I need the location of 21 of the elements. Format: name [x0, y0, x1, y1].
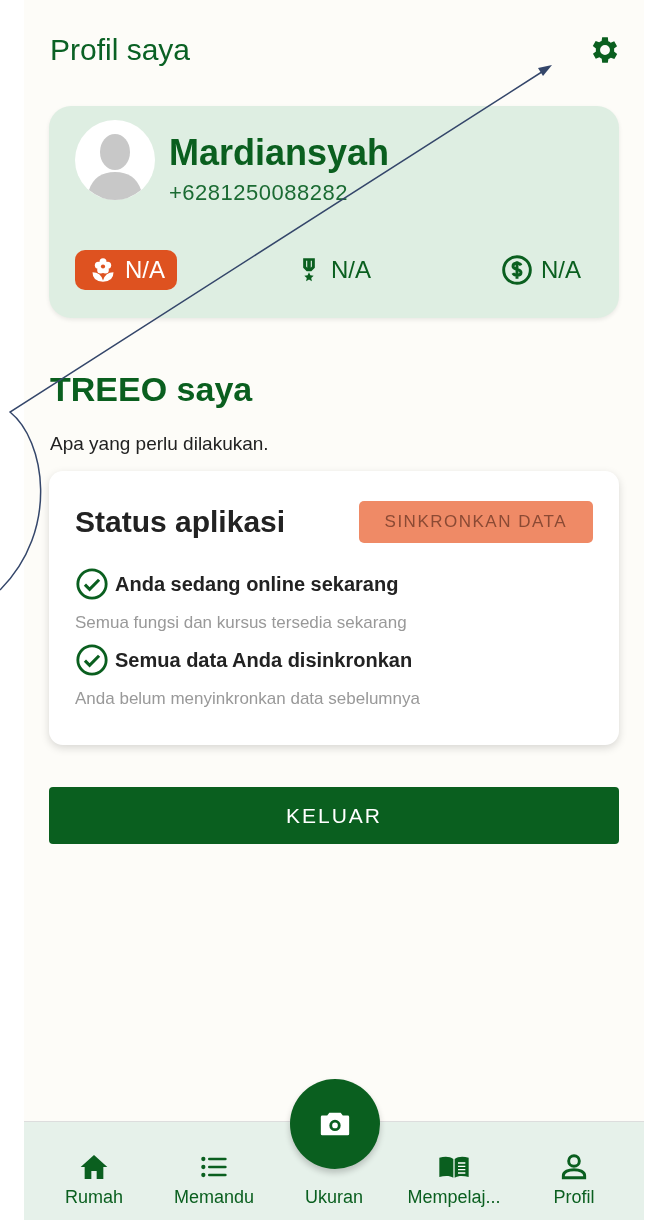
- section-title: TREEO saya: [50, 370, 254, 409]
- user-name: Mardiansyah: [169, 132, 390, 174]
- phone-number: +6281250088282: [169, 180, 349, 206]
- nav-item[interactable]: Mempelaj...: [399, 1151, 509, 1208]
- page-title: Profil saya: [50, 33, 191, 67]
- stat-chip[interactable]: N/A: [281, 250, 383, 290]
- nav-item[interactable]: Memandu: [159, 1151, 269, 1208]
- section-subtitle: Apa yang perlu dilakukan.: [50, 433, 270, 455]
- status-detail: Semua fungsi dan kursus tersedia sekarang: [75, 613, 408, 633]
- nav-item[interactable]: Profil: [519, 1151, 629, 1208]
- logout-button[interactable]: KELUAR: [49, 787, 619, 844]
- status-detail: Anda belum menyinkronkan data sebelumnya: [75, 689, 421, 709]
- stat-chip[interactable]: N/A: [75, 250, 177, 290]
- status-label: Anda sedang online sekarang: [115, 572, 399, 596]
- status-label: Semua data Anda disinkronkan: [115, 648, 413, 672]
- nav-item[interactable]: Rumah: [39, 1151, 149, 1208]
- card-title: Status aplikasi: [75, 505, 286, 539]
- dollar-icon: [500, 254, 533, 286]
- stat-chip[interactable]: N/A: [486, 248, 593, 292]
- nav-item[interactable]: Ukuran: [279, 1187, 389, 1208]
- camera-button[interactable]: [290, 1079, 380, 1169]
